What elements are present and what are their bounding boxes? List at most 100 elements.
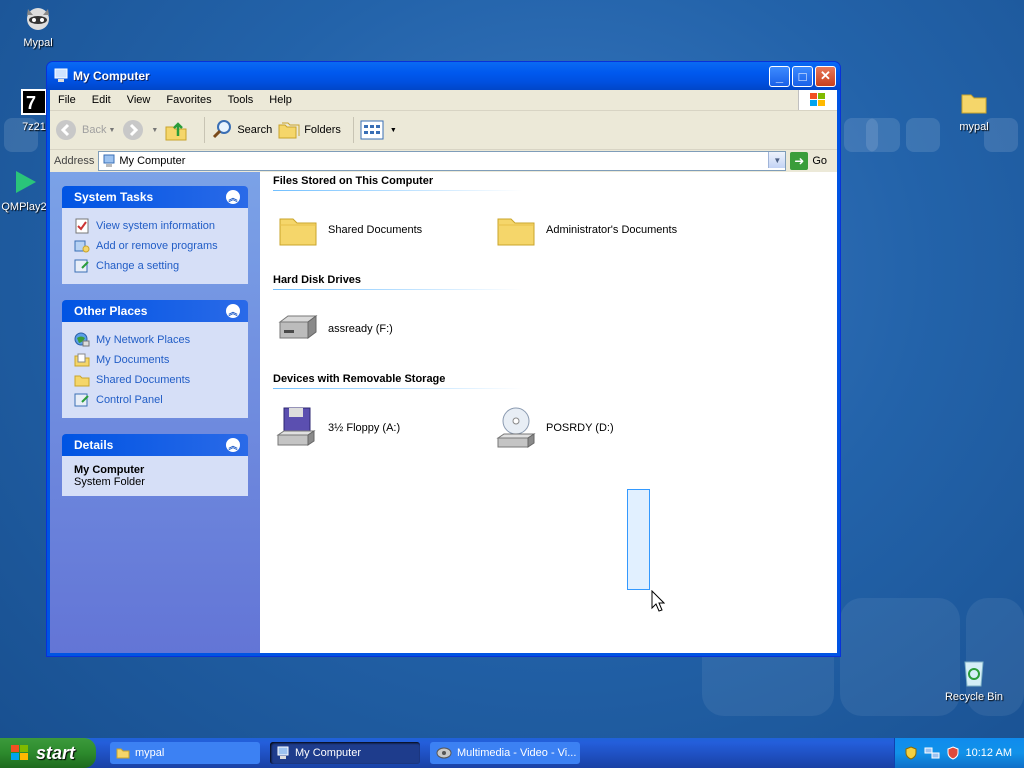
folders-button[interactable]: Folders xyxy=(278,120,341,140)
item-cd-drive-d[interactable]: POSRDY (D:) xyxy=(494,406,614,450)
my-computer-window[interactable]: My Computer _ □ ✕ File Edit View Favorit… xyxy=(46,61,841,657)
window-title: My Computer xyxy=(73,69,150,83)
chevron-up-icon[interactable]: ︽ xyxy=(226,190,240,204)
group-title: Files Stored on This Computer xyxy=(273,175,434,187)
go-label: Go xyxy=(812,155,827,167)
task-change-setting[interactable]: Change a setting xyxy=(74,256,238,276)
toolbar-separator xyxy=(352,117,354,143)
search-icon xyxy=(211,119,233,141)
close-button[interactable]: ✕ xyxy=(815,65,836,87)
address-label: Address xyxy=(54,155,95,167)
menu-tools[interactable]: Tools xyxy=(220,94,262,106)
menu-edit[interactable]: Edit xyxy=(84,94,119,106)
desktop-tile xyxy=(866,118,900,152)
go-arrow-icon: ➜ xyxy=(790,152,809,170)
system-tasks-header[interactable]: System Tasks ︽ xyxy=(62,186,248,208)
group-removable-storage: Devices with Removable Storage xyxy=(273,373,523,389)
panel-body: My Network Places My Documents Shared Do… xyxy=(62,322,248,418)
clock[interactable]: 10:12 AM xyxy=(966,747,1012,759)
chevron-up-icon[interactable]: ︽ xyxy=(226,438,240,452)
group-title: Devices with Removable Storage xyxy=(273,373,446,385)
place-my-network-places[interactable]: My Network Places xyxy=(74,330,238,350)
folders-icon xyxy=(278,120,300,140)
panel-title: Details xyxy=(74,438,114,452)
start-label: start xyxy=(36,742,76,763)
place-control-panel[interactable]: Control Panel xyxy=(74,390,238,410)
menu-file[interactable]: File xyxy=(50,94,84,106)
other-places-header[interactable]: Other Places ︽ xyxy=(62,300,248,322)
maximize-icon: □ xyxy=(798,68,807,84)
forward-button[interactable]: ▼ xyxy=(121,118,158,142)
desktop-icon-mypal-folder[interactable]: mypal xyxy=(939,86,1009,133)
details-type: System Folder xyxy=(74,476,145,488)
maximize-button[interactable]: □ xyxy=(792,65,813,87)
taskbar-item-mypal[interactable]: mypal xyxy=(110,742,260,764)
search-button[interactable]: Search xyxy=(211,119,272,141)
up-folder-button[interactable] xyxy=(164,118,192,142)
task-label: Change a setting xyxy=(96,260,180,272)
explorer-body: System Tasks ︽ View system information A… xyxy=(50,172,837,653)
system-info-icon xyxy=(74,218,90,234)
network-icon[interactable] xyxy=(924,746,940,760)
panel-title: Other Places xyxy=(74,304,148,318)
chevron-down-icon: ▼ xyxy=(151,126,159,134)
folder-icon xyxy=(116,747,130,759)
back-label: Back xyxy=(82,124,107,136)
task-label: Add or remove programs xyxy=(96,240,218,252)
task-view-system-information[interactable]: View system information xyxy=(74,216,238,236)
folders-label: Folders xyxy=(304,124,341,136)
menu-favorites[interactable]: Favorites xyxy=(158,94,219,106)
alert-shield-icon[interactable] xyxy=(946,746,960,760)
start-button[interactable]: start xyxy=(0,738,96,768)
floppy-drive-icon xyxy=(276,406,320,450)
play-triangle-icon xyxy=(8,166,40,198)
task-add-remove-programs[interactable]: Add or remove programs xyxy=(74,236,238,256)
toolbar: Back ▼ ▼ Search Folders ▼ xyxy=(50,111,837,150)
item-drive-f[interactable]: assready (F:) xyxy=(276,307,393,351)
task-pane: System Tasks ︽ View system information A… xyxy=(50,172,260,653)
item-label: assready (F:) xyxy=(328,323,393,335)
taskbar-item-my-computer[interactable]: My Computer xyxy=(270,742,420,764)
address-bar: Address My Computer ▼ ➜ Go xyxy=(50,150,837,173)
views-button[interactable]: ▼ xyxy=(360,120,397,140)
security-shield-icon[interactable] xyxy=(904,746,918,760)
back-button[interactable]: Back ▼ xyxy=(54,118,115,142)
details-name: My Computer xyxy=(74,464,145,476)
address-dropdown-button[interactable]: ▼ xyxy=(768,152,786,168)
chevron-up-icon[interactable]: ︽ xyxy=(226,304,240,318)
computer-icon xyxy=(53,68,69,84)
go-button[interactable]: ➜ Go xyxy=(790,152,827,170)
desktop-icon-recycle-bin[interactable]: Recycle Bin xyxy=(939,656,1009,703)
item-shared-documents[interactable]: Shared Documents xyxy=(276,208,422,252)
minimize-button[interactable]: _ xyxy=(769,65,790,87)
title-bar[interactable]: My Computer _ □ ✕ xyxy=(47,62,840,90)
taskbar-item-multimedia[interactable]: Multimedia - Video - Vi... xyxy=(430,742,580,764)
chevron-down-icon: ▼ xyxy=(389,126,397,134)
control-panel-icon xyxy=(74,258,90,274)
item-floppy-a[interactable]: 3½ Floppy (A:) xyxy=(276,406,400,450)
item-administrators-documents[interactable]: Administrator's Documents xyxy=(494,208,677,252)
desktop-icon-label: Recycle Bin xyxy=(944,691,1004,703)
menu-view[interactable]: View xyxy=(119,94,159,106)
content-pane[interactable]: Files Stored on This Computer Shared Doc… xyxy=(260,172,837,653)
place-label: My Documents xyxy=(96,354,170,366)
window-client: File Edit View Favorites Tools Help Back… xyxy=(50,90,837,653)
address-input[interactable]: My Computer ▼ xyxy=(98,151,787,171)
task-label: View system information xyxy=(96,220,216,232)
place-label: Control Panel xyxy=(96,394,163,406)
place-my-documents[interactable]: My Documents xyxy=(74,350,238,370)
toolbar-separator xyxy=(204,117,206,143)
my-documents-icon xyxy=(74,352,90,368)
taskbar: start mypal My Computer Multimedia - Vid… xyxy=(0,738,1024,768)
group-divider xyxy=(273,289,523,290)
place-shared-documents[interactable]: Shared Documents xyxy=(74,370,238,390)
menu-help[interactable]: Help xyxy=(261,94,300,106)
group-files-stored: Files Stored on This Computer xyxy=(273,175,523,191)
mouse-cursor-icon xyxy=(651,589,666,615)
forward-arrow-icon xyxy=(121,118,145,142)
address-value: My Computer xyxy=(119,155,186,167)
desktop-icon-mypal-shortcut[interactable]: Mypal xyxy=(3,2,73,49)
details-header[interactable]: Details ︽ xyxy=(62,434,248,456)
task-label: Multimedia - Video - Vi... xyxy=(457,747,577,759)
task-label: mypal xyxy=(135,747,165,759)
